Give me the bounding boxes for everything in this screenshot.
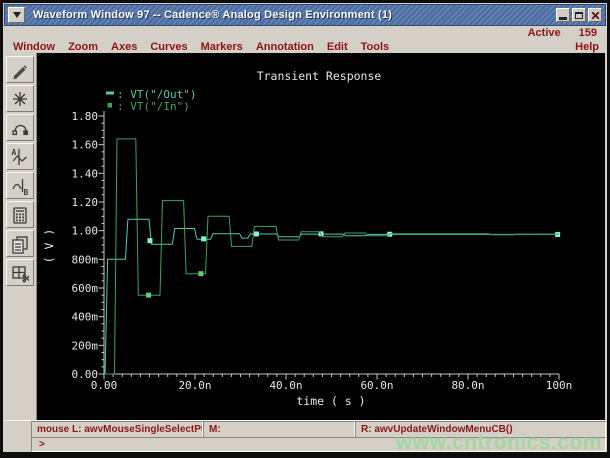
maximize-icon xyxy=(575,12,583,19)
status-spacer xyxy=(3,437,31,452)
arc-span-icon xyxy=(10,118,30,138)
window-controls xyxy=(556,8,602,22)
menu-annotation[interactable]: Annotation xyxy=(256,41,314,53)
asterisk-zoom-icon xyxy=(10,89,30,109)
marker-b-button[interactable]: B xyxy=(6,172,34,199)
pencil-icon xyxy=(10,60,30,80)
copy-plot-icon xyxy=(10,234,30,254)
svg-text:80.0n: 80.0n xyxy=(451,379,484,392)
svg-text:200m: 200m xyxy=(72,339,99,352)
chart-plot-group: 0.00 200m 400m 600m 800m 1.00 1.20 1.40 1.60 1.80… xyxy=(72,88,573,392)
svg-text:1.60: 1.60 xyxy=(72,139,99,152)
cut-region-icon xyxy=(10,263,30,283)
title-bar: Waveform Window 97 -- Cadence® Analog De… xyxy=(4,4,606,26)
menu-zoom[interactable]: Zoom xyxy=(68,41,98,53)
svg-text:60.0n: 60.0n xyxy=(360,379,393,392)
svg-text:1.20: 1.20 xyxy=(72,196,99,209)
svg-text:1.80: 1.80 xyxy=(72,110,99,123)
left-toolbar: A B xyxy=(3,53,36,420)
plot-title: Transient Response xyxy=(257,69,382,83)
mouse-left-binding: mouse L: awvMouseSingleSelectPtCB() xyxy=(31,421,203,438)
annotate-button[interactable] xyxy=(6,56,34,83)
window-menu-icon xyxy=(13,12,21,18)
marker-b-icon: B xyxy=(10,176,30,196)
menu-curves[interactable]: Curves xyxy=(150,41,187,53)
zoom-fit-button[interactable] xyxy=(6,85,34,112)
mouse-middle-binding: M: xyxy=(203,421,355,438)
window-menu-button[interactable] xyxy=(8,7,25,23)
marker-a-button[interactable]: A xyxy=(6,143,34,170)
svg-text:B: B xyxy=(23,188,28,196)
waveform-window: Waveform Window 97 -- Cadence® Analog De… xyxy=(0,0,610,458)
calculator-button[interactable] xyxy=(6,201,34,228)
menu-help[interactable]: Help xyxy=(575,41,606,53)
y-axis-label: ( V ) xyxy=(42,229,56,264)
menu-window[interactable]: Window xyxy=(13,41,55,53)
copy-plot-button[interactable] xyxy=(6,230,34,257)
menu-axes[interactable]: Axes xyxy=(111,41,137,53)
waveform-canvas[interactable]: Transient Response ( V ) time ( s ) 0.00… xyxy=(36,53,605,420)
cut-region-button[interactable] xyxy=(6,259,34,286)
menu-tools[interactable]: Tools xyxy=(361,41,390,53)
status-spacer xyxy=(3,421,31,438)
watermark: www.cntronics.com xyxy=(396,431,602,455)
maximize-button[interactable] xyxy=(572,8,586,22)
close-icon xyxy=(591,11,600,20)
menu-markers[interactable]: Markers xyxy=(201,41,243,53)
minimize-button[interactable] xyxy=(556,8,570,22)
svg-text:1.40: 1.40 xyxy=(72,167,99,180)
svg-text:400m: 400m xyxy=(72,311,99,324)
calculator-icon xyxy=(10,205,30,225)
svg-text:1.00: 1.00 xyxy=(72,225,99,238)
menu-edit[interactable]: Edit xyxy=(327,41,348,53)
svg-text:: VT("/In"): : VT("/In") xyxy=(117,100,190,113)
span-markers-button[interactable] xyxy=(6,114,34,141)
svg-text:40.0n: 40.0n xyxy=(269,379,302,392)
svg-text:800m: 800m xyxy=(72,253,99,266)
svg-text:A: A xyxy=(11,148,16,157)
active-label: Active xyxy=(528,27,561,39)
menu-bar: Window Zoom Axes Curves Markers Annotati… xyxy=(4,40,606,53)
svg-text:100n: 100n xyxy=(546,379,573,392)
svg-text:20.0n: 20.0n xyxy=(178,379,211,392)
svg-text:0.00: 0.00 xyxy=(91,379,118,392)
active-count: 159 xyxy=(579,27,597,39)
x-axis-label: time ( s ) xyxy=(296,394,365,408)
active-bar: Active 159 xyxy=(4,24,606,41)
svg-text:600m: 600m xyxy=(72,282,99,295)
window-title: Waveform Window 97 -- Cadence® Analog De… xyxy=(33,9,392,21)
marker-a-icon: A xyxy=(10,147,30,167)
minimize-icon xyxy=(559,17,567,20)
close-button[interactable] xyxy=(588,8,602,22)
